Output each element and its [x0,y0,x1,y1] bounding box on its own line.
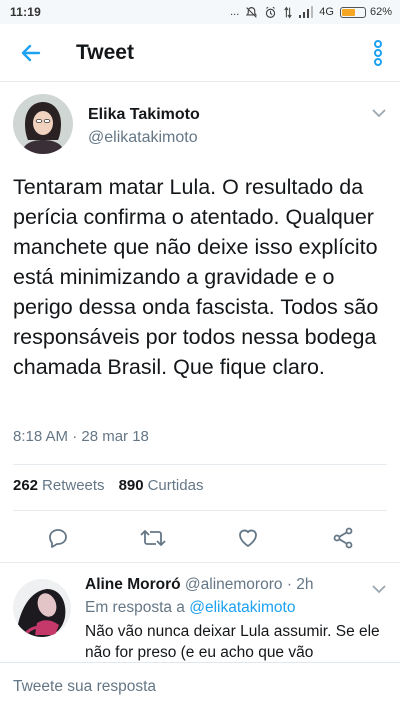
alarm-icon [264,6,277,19]
app-header: Tweet [0,24,400,82]
reply-body: Aline Mororó @alinemororo · 2h Em respos… [85,576,385,662]
reply-tweet[interactable]: Aline Mororó @alinemororo · 2h Em respos… [0,570,400,662]
reply-dot-separator: · [286,576,297,593]
status-bar: 11:19 ... 4G 62% [0,0,400,24]
tweet-text: Tentaram matar Lula. O resultado da perí… [13,175,379,379]
battery-indicator: 62% [339,6,392,18]
retweets-label: Retweets [42,477,105,494]
reply-input[interactable] [13,678,383,696]
likes-count: 890 [118,477,144,494]
reply-icon [48,529,67,548]
reply-avatar[interactable] [13,579,71,637]
reply-composer [0,662,400,711]
retweet-button[interactable] [133,520,173,556]
reply-menu-button[interactable] [370,582,388,596]
reply-author-name[interactable]: Aline Mororó [85,576,181,593]
page-title: Tweet [76,40,134,64]
tweet-author[interactable]: Elika Takimoto @elikatakimoto [0,94,400,158]
tweet-timestamp: 8:18 AM · 28 mar 18 [13,428,149,445]
arrow-left-icon [21,44,41,61]
likes-label: Curtidas [147,477,204,494]
silent-icon [245,6,258,19]
battery-fill [341,8,355,16]
reply-context-prefix: Em resposta a [85,599,185,616]
tweet-stats: 262 Retweets 890 Curtidas [13,477,203,494]
retweets-stat[interactable]: 262 Retweets [13,477,105,494]
reply-context: Em resposta a @elikatakimoto [85,599,385,617]
share-icon [333,527,352,549]
author-handle[interactable]: @elikatakimoto [88,129,200,147]
divider [13,510,387,511]
reply-context-handle[interactable]: @elikatakimoto [189,599,295,616]
reply-header: Aline Mororó @alinemororo · 2h [85,576,385,594]
author-name[interactable]: Elika Takimoto [88,106,200,124]
signal-icon [299,6,314,18]
more-options-button[interactable] [356,24,400,82]
author-names: Elika Takimoto @elikatakimoto [88,94,200,158]
heart-icon [238,529,257,547]
retweets-count: 262 [13,477,39,494]
reply-author-handle[interactable]: @alinemororo [185,576,283,593]
like-button[interactable] [228,520,268,556]
status-indicators: ... 4G 62% [230,6,392,19]
retweet-icon [139,530,166,546]
battery-percent: 62% [369,6,392,18]
reply-button[interactable] [38,520,78,556]
status-time: 11:19 [10,5,42,19]
reply-time: 2h [296,576,314,593]
data-transfer-icon [283,6,293,19]
reply-text: Não vão nunca deixar Lula assumir. Se el… [85,623,380,661]
share-button[interactable] [323,520,363,556]
battery-icon [339,6,366,18]
chevron-down-icon [372,108,386,117]
network-type: 4G [319,6,334,18]
tweet-actions [0,520,400,556]
vertical-dots-icon [374,39,382,66]
chevron-down-icon [372,584,386,593]
tweet-menu-button[interactable] [370,106,388,120]
divider [13,464,387,465]
likes-stat[interactable]: 890 Curtidas [119,477,204,494]
divider [0,562,400,563]
notification-dots: ... [230,6,240,18]
author-avatar[interactable] [13,94,73,154]
back-button[interactable] [0,24,62,82]
